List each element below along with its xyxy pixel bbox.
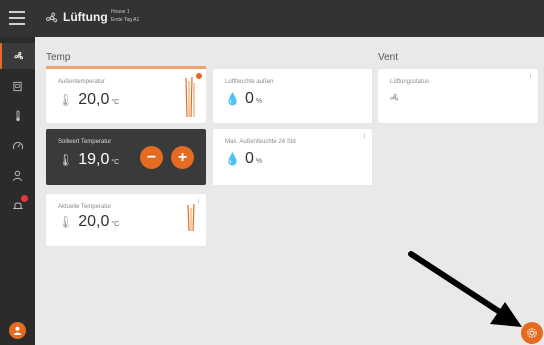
gear-icon: [527, 328, 537, 338]
app-window: Lüftung House 1 Erste Tag A1 Temp Vent A…: [0, 0, 544, 345]
settings-fab-button[interactable]: [521, 322, 543, 344]
arrow-annotation-icon: [408, 251, 522, 327]
